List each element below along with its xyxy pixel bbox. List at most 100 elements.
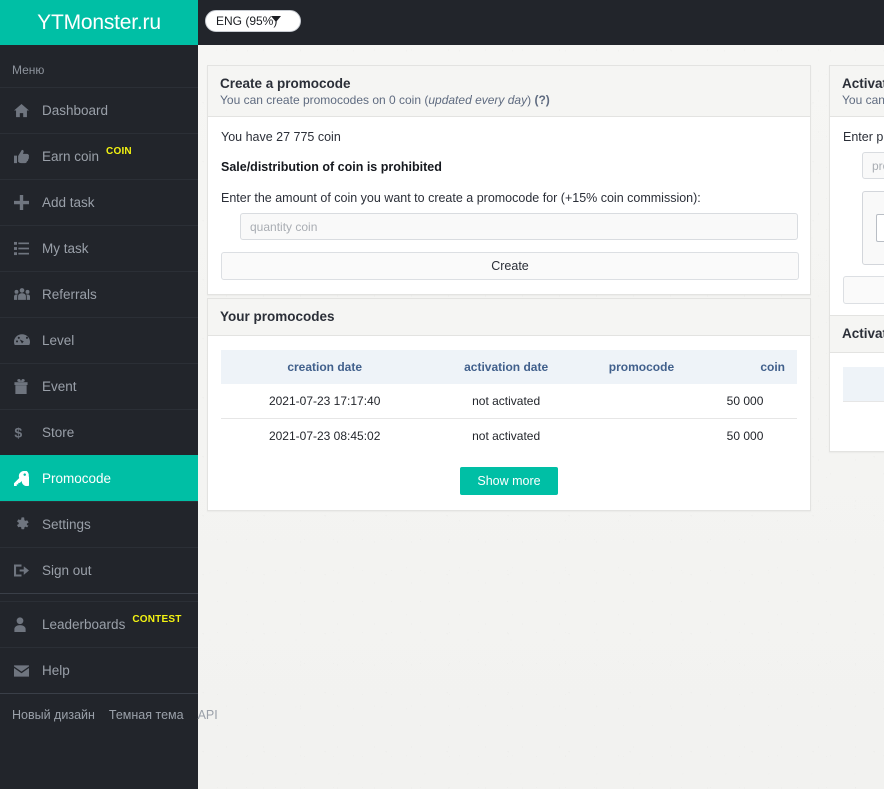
sidebar-item-leaderboards[interactable]: Leaderboards CONTEST <box>0 601 198 647</box>
cell-activation-date <box>843 401 884 436</box>
sidebar-divider <box>0 593 198 601</box>
sidebar-item-label: Add task <box>42 195 95 210</box>
sidebar-item-level[interactable]: Level <box>0 317 198 363</box>
svg-text:$: $ <box>14 425 22 440</box>
create-promocode-body: You have 27 775 coin Sale/distribution o… <box>208 117 810 294</box>
language-select[interactable]: ENG (95%) <box>205 10 301 32</box>
promocode-field-label: Enter promocode: <box>843 130 884 144</box>
promocodes-table-body: 2021-07-23 17:17:40 not activated 50 000… <box>221 384 797 453</box>
sidebar-item-settings[interactable]: Settings <box>0 501 198 547</box>
sidebar-item-label: Store <box>42 425 75 440</box>
home-icon <box>14 103 42 118</box>
table-header-row: activation date promocode coin <box>843 367 884 402</box>
sidebar-item-label: Help <box>42 663 70 678</box>
captcha-widget[interactable] <box>862 191 884 265</box>
gift-icon <box>14 379 42 394</box>
sidebar-footer: Новый дизайн Темная тема API <box>0 693 218 722</box>
sidebar-item-add-task[interactable]: Add task <box>0 179 198 225</box>
promocodes-table: creation date activation date promocode … <box>221 350 797 453</box>
page-title: Create a promocode <box>220 76 351 91</box>
balance-text: You have 27 775 coin <box>221 130 341 144</box>
activated-table-body <box>843 401 884 436</box>
quantity-coin-input[interactable] <box>240 213 798 240</box>
plus-icon <box>14 195 42 210</box>
sign-out-icon <box>14 563 42 578</box>
users-icon <box>14 287 42 302</box>
your-promocodes-title: Your promocodes <box>220 309 335 324</box>
activate-promocode-subtitle: You can activate promocode <box>842 93 884 107</box>
help-link[interactable]: (?) <box>534 93 549 107</box>
table-row <box>843 401 884 436</box>
column-header-activation-date: activation date <box>843 367 884 402</box>
your-promocodes-body: creation date activation date promocode … <box>208 336 810 510</box>
sidebar-item-label: Earn coin <box>42 149 100 164</box>
sidebar-item-earn-coin[interactable]: Earn coin COIN <box>0 133 198 179</box>
activated-table-head: activation date promocode coin <box>843 367 884 402</box>
sidebar-item-event[interactable]: Event <box>0 363 198 409</box>
sidebar-item-label: Leaderboards <box>42 617 126 632</box>
activated-promocodes-title: Activated promocodes <box>842 326 884 341</box>
your-promocodes-header: Your promocodes <box>208 299 810 336</box>
activated-promocodes-header: Activated promocodes <box>830 316 884 353</box>
thumbs-up-icon <box>14 149 42 164</box>
sidebar-item-my-task[interactable]: My task <box>0 225 198 271</box>
sidebar-item-store[interactable]: $ Store <box>0 409 198 455</box>
list-icon <box>14 241 42 256</box>
sidebar-menu-label: Меню <box>12 63 45 77</box>
brand-logo[interactable]: YTMonster.ru <box>0 0 198 45</box>
envelope-icon <box>14 664 42 677</box>
footer-link-dark-theme[interactable]: Темная тема <box>109 708 184 722</box>
create-promocode-card: Create a promocode You can create promoc… <box>207 65 811 295</box>
column-header-coin: coin <box>699 350 797 384</box>
table-row: 2021-07-23 08:45:02 not activated 50 000 <box>221 418 797 453</box>
create-promocode-header: Create a promocode You can create promoc… <box>208 66 810 117</box>
activated-promocodes-body: activation date promocode coin <box>830 353 884 451</box>
cell-coin: 50 000 <box>726 394 764 408</box>
activate-promocode-body: Enter promocode: Activate <box>830 117 884 318</box>
key-icon <box>14 471 42 486</box>
gear-icon <box>14 517 42 532</box>
column-header-activation-date: activation date <box>428 350 584 384</box>
footer-link-new-design[interactable]: Новый дизайн <box>12 708 95 722</box>
activate-promocode-card: Activate a promocode You can activate pr… <box>829 65 884 319</box>
main-content: Create a promocode You can create promoc… <box>198 45 884 789</box>
sidebar-item-promocode[interactable]: Promocode <box>0 455 198 501</box>
activated-table: activation date promocode coin <box>843 367 884 436</box>
captcha-checkbox[interactable] <box>876 214 884 242</box>
warning-text: Sale/distribution of coin is prohibited <box>221 160 442 174</box>
subtitle-prefix: You can create promocodes on 0 coin ( <box>220 93 429 107</box>
sidebar-item-label: Sign out <box>42 563 92 578</box>
cell-creation-date: 2021-07-23 17:17:40 <box>268 394 381 408</box>
sidebar-item-label: Event <box>42 379 77 394</box>
user-icon <box>14 617 42 632</box>
activate-promocode-title: Activate a promocode <box>842 76 884 91</box>
sidebar-item-dashboard[interactable]: Dashboard <box>0 87 198 133</box>
dollar-icon: $ <box>14 425 42 440</box>
sidebar-item-sign-out[interactable]: Sign out <box>0 547 198 593</box>
footer-link-api[interactable]: API <box>198 708 218 722</box>
sidebar-item-referrals[interactable]: Referrals <box>0 271 198 317</box>
cell-promocode <box>583 418 700 453</box>
cell-promocode <box>584 384 699 419</box>
column-header-creation-date: creation date <box>221 350 429 384</box>
promocodes-table-head: creation date activation date promocode … <box>221 350 797 384</box>
cell-activation-date: not activated <box>472 394 541 408</box>
your-promocodes-card: Your promocodes creation date activation… <box>207 298 811 511</box>
promocode-input[interactable] <box>862 152 884 179</box>
show-more-wrap: Show more <box>221 453 797 495</box>
table-header-row: creation date activation date promocode … <box>221 350 797 384</box>
table-row: 2021-07-23 17:17:40 not activated 50 000 <box>221 384 797 419</box>
create-promocode-subtitle: You can create promocodes on 0 coin (upd… <box>220 93 798 107</box>
activate-button[interactable]: Activate <box>843 276 884 304</box>
sidebar-item-help[interactable]: Help <box>0 647 198 693</box>
sidebar-item-label: My task <box>42 241 89 256</box>
create-button[interactable]: Create <box>221 252 799 280</box>
sidebar-badge-coin: COIN <box>106 146 132 157</box>
sidebar-item-label: Level <box>42 333 75 348</box>
column-header-promocode: promocode <box>583 350 700 384</box>
sidebar-item-label: Promocode <box>42 471 112 486</box>
top-bar: YTMonster.ru ENG (95%) <box>0 0 884 45</box>
subtitle-italic: updated every day <box>428 93 528 107</box>
show-more-button[interactable]: Show more <box>460 467 558 495</box>
sidebar-item-label: Dashboard <box>42 103 109 118</box>
